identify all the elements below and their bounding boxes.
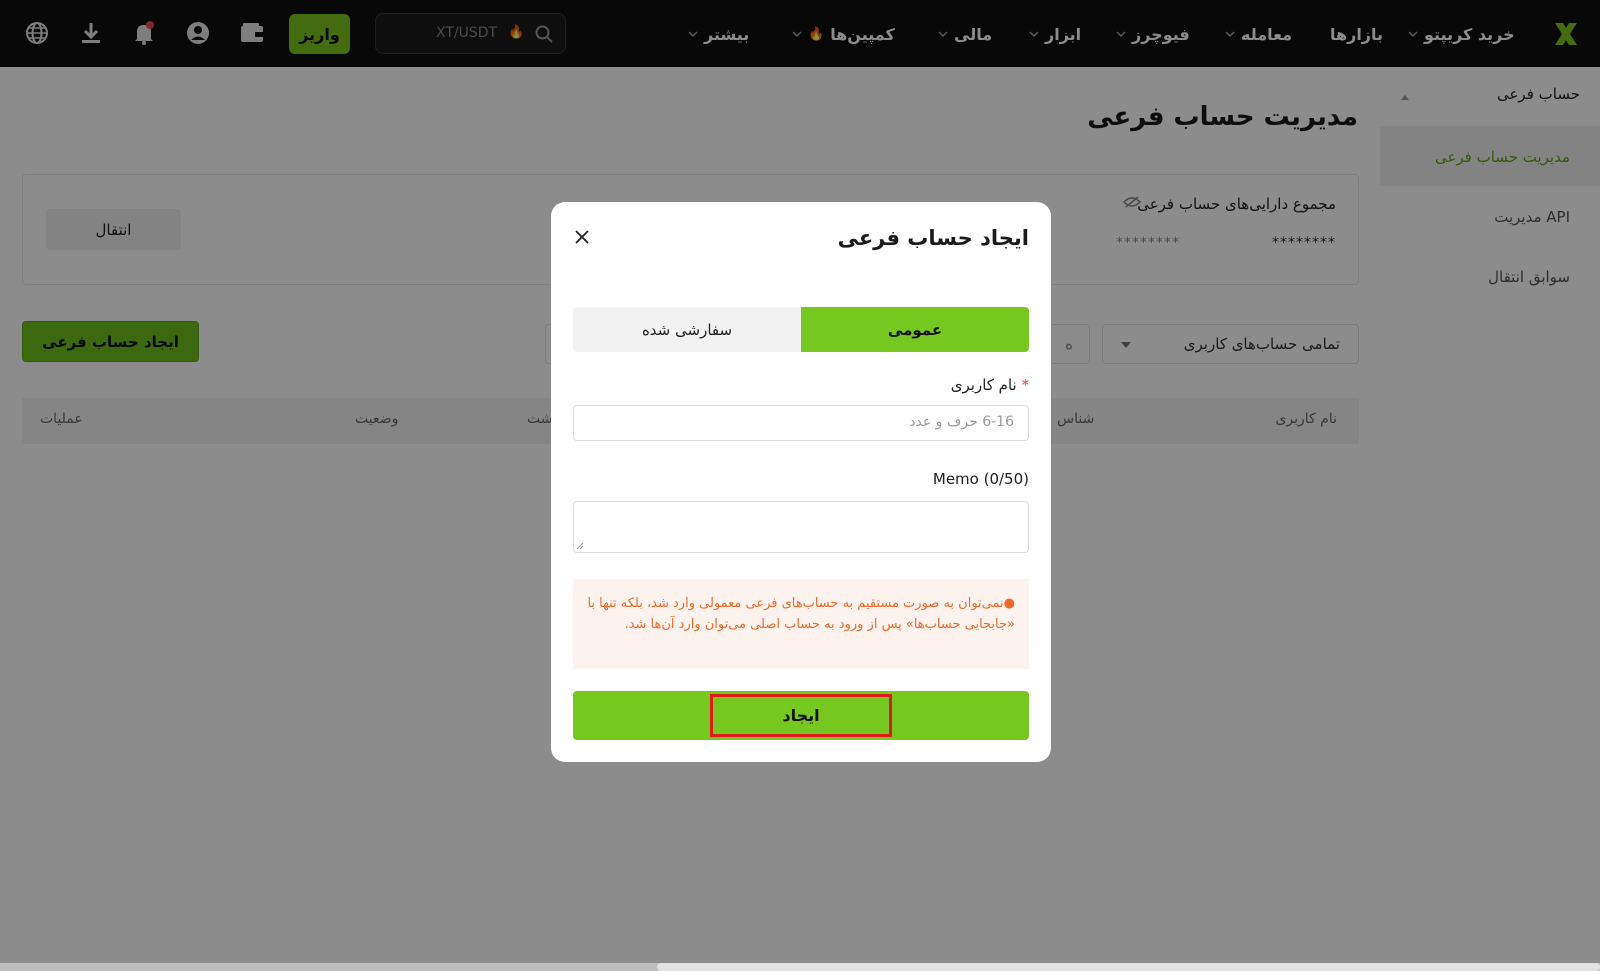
create-submit-label[interactable]: ایجاد [710,694,892,737]
modal-backdrop-nav [0,0,1600,67]
username-label: * نام کاربری [951,376,1029,394]
memo-textarea[interactable] [573,501,1029,553]
tab-general[interactable]: عمومی [801,307,1029,352]
memo-label: Memo (0/50) [932,470,1029,488]
dialog-title: ایجاد حساب فرعی [837,226,1029,250]
warning-text: ●نمی‌توان به صورت مستقیم به حساب‌های فرع… [587,596,1015,632]
create-subaccount-dialog: ایجاد حساب فرعی عمومی سفارشی شده * نام ک… [551,202,1051,762]
tab-custom[interactable]: سفارشی شده [573,307,801,352]
close-icon[interactable] [574,229,590,245]
create-submit-button[interactable]: ایجاد [573,691,1029,740]
username-placeholder: 6-16 حرف و عدد [909,414,1014,430]
horizontal-scrollbar-thumb[interactable] [657,963,1600,971]
username-label-text: نام کاربری [950,376,1017,394]
username-field[interactable]: 6-16 حرف و عدد [573,405,1029,441]
warning-notice: ●نمی‌توان به صورت مستقیم به حساب‌های فرع… [573,579,1029,669]
resize-grip-icon[interactable] [576,542,584,550]
account-type-tabs: عمومی سفارشی شده [573,307,1029,352]
required-asterisk: * [1021,376,1030,394]
